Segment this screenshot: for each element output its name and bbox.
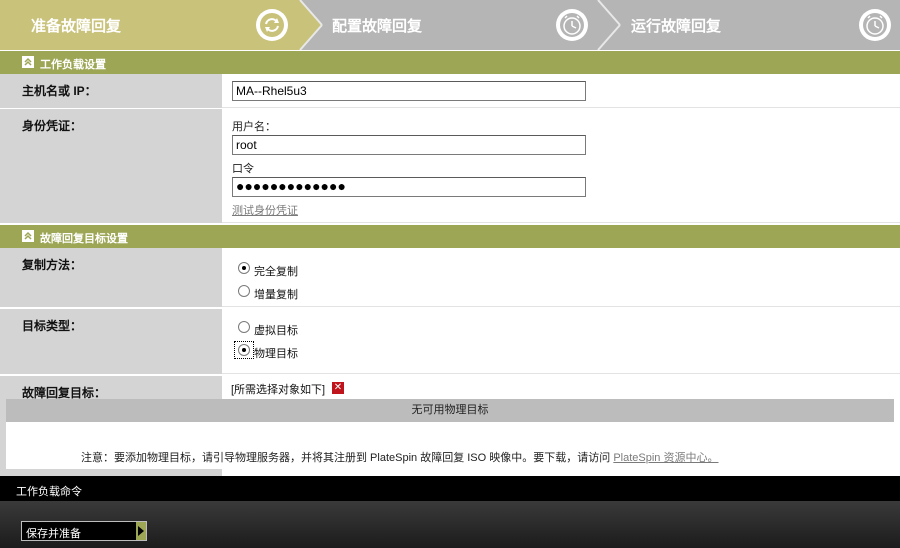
host-input[interactable] bbox=[232, 81, 586, 101]
clock-icon bbox=[859, 9, 891, 41]
radio-label: 物理目标 bbox=[254, 348, 298, 360]
target-panel: 无可用物理目标 注意：要添加物理目标，请引导物理服务器，并将其注册到 Plate… bbox=[6, 399, 894, 469]
step-configure-failback[interactable]: 配置故障回复 bbox=[322, 0, 598, 50]
radio-label: 增量复制 bbox=[254, 289, 298, 301]
section-title: 工作负载设置 bbox=[40, 59, 106, 71]
x-icon: ✕ bbox=[332, 382, 344, 394]
save-and-prepare-button[interactable]: 保存并准备 bbox=[21, 521, 147, 541]
copy-method-row: 复制方法： 完全复制 增量复制 bbox=[0, 248, 900, 308]
copy-method-value-cell: 完全复制 增量复制 bbox=[222, 248, 900, 307]
note-text: 注意：要添加物理目标，请引导物理服务器，并将其注册到 PlateSpin 故障回… bbox=[81, 449, 718, 465]
commands-area: 保存并准备 bbox=[0, 501, 900, 548]
username-caption: 用户名： bbox=[232, 121, 276, 133]
collapse-icon[interactable] bbox=[22, 56, 34, 68]
clock-icon bbox=[556, 9, 588, 41]
refresh-icon bbox=[256, 9, 288, 41]
radio-physical-target[interactable] bbox=[238, 344, 250, 356]
password-caption: 口令 bbox=[232, 163, 254, 175]
arrow-right-icon bbox=[136, 522, 146, 540]
section-title: 故障回复目标设置 bbox=[40, 233, 128, 245]
radio-virtual-target[interactable] bbox=[238, 321, 250, 333]
test-credentials-link[interactable]: 测试身份凭证 bbox=[232, 202, 298, 218]
credentials-row: 身份凭证： 用户名： 口令 测试身份凭证 bbox=[0, 109, 900, 224]
host-row: 主机名或 IP： bbox=[0, 74, 900, 109]
radio-label: 虚拟目标 bbox=[254, 325, 298, 337]
username-input[interactable] bbox=[232, 135, 586, 155]
copy-method-label: 复制方法： bbox=[22, 258, 83, 272]
platespin-resource-link[interactable]: PlateSpin 资源中心。 bbox=[613, 452, 718, 464]
save-button-label: 保存并准备 bbox=[26, 528, 81, 540]
target-type-row: 目标类型： 虚拟目标 物理目标 bbox=[0, 309, 900, 375]
host-label-cell: 主机名或 IP： bbox=[0, 74, 222, 108]
no-physical-target-bar: 无可用物理目标 bbox=[6, 399, 894, 422]
note-body: 注意：要添加物理目标，请引导物理服务器，并将其注册到 PlateSpin 故障回… bbox=[81, 452, 611, 464]
copy-method-label-cell: 复制方法： bbox=[0, 248, 222, 307]
step-label: 配置故障回复 bbox=[332, 18, 423, 35]
wizard-steps: 准备故障回复 配置故障回复 运行故障回复 bbox=[0, 0, 900, 50]
target-type-value-cell: 虚拟目标 物理目标 bbox=[222, 309, 900, 374]
workload-settings-header[interactable]: 工作负载设置 bbox=[0, 51, 900, 74]
failback-target-value: [所需选择对象如下] bbox=[231, 384, 326, 396]
password-input[interactable] bbox=[232, 177, 586, 197]
host-value-cell bbox=[222, 74, 900, 108]
collapse-icon[interactable] bbox=[22, 230, 34, 242]
target-type-label: 目标类型： bbox=[22, 319, 83, 333]
step-label: 运行故障回复 bbox=[631, 18, 722, 35]
radio-incremental-copy[interactable] bbox=[238, 285, 250, 297]
target-type-label-cell: 目标类型： bbox=[0, 309, 222, 374]
credentials-value-cell: 用户名： 口令 测试身份凭证 bbox=[222, 109, 900, 223]
step-label: 准备故障回复 bbox=[31, 18, 122, 35]
workload-commands-bar: 工作负载命令 bbox=[0, 476, 900, 501]
target-settings-header[interactable]: 故障回复目标设置 bbox=[0, 225, 900, 248]
radio-label: 完全复制 bbox=[254, 266, 298, 278]
credentials-label-cell: 身份凭证： bbox=[0, 109, 222, 223]
radio-full-copy[interactable] bbox=[238, 262, 250, 274]
host-label: 主机名或 IP： bbox=[22, 84, 97, 98]
credentials-label: 身份凭证： bbox=[22, 119, 83, 133]
step-prepare-failback[interactable]: 准备故障回复 bbox=[0, 0, 300, 50]
step-run-failback[interactable]: 运行故障回复 bbox=[620, 0, 900, 50]
commands-title: 工作负载命令 bbox=[16, 486, 82, 498]
